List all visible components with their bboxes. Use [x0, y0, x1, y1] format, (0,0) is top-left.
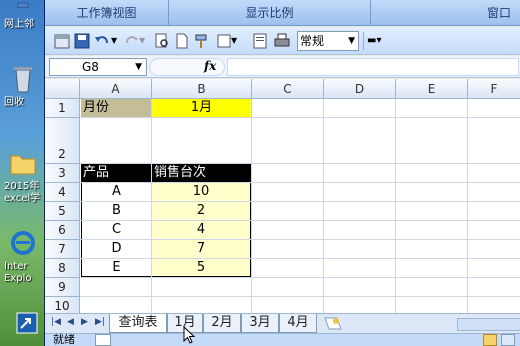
row-header-8[interactable]: 8 [45, 259, 80, 278]
cell-a5[interactable]: B [81, 202, 151, 220]
cell-b5[interactable]: 2 [152, 202, 251, 220]
gridline [323, 99, 324, 313]
normal-view-icon[interactable] [483, 334, 497, 346]
cell-b1[interactable]: 1月 [152, 99, 251, 117]
cell-a1[interactable]: 月份 [81, 99, 151, 117]
tab-feb[interactable]: 2月 [203, 314, 241, 333]
view-menubar: 工作簿视图 显示比例 窗口 [45, 0, 520, 26]
cell-b8[interactable]: 5 [152, 259, 251, 277]
name-box[interactable]: G8 ▼ [49, 58, 147, 76]
gridline [80, 117, 520, 118]
status-text: 就绪 [53, 333, 75, 346]
page-layout-view-icon[interactable] [501, 334, 515, 346]
cell-a3[interactable]: 产品 [81, 164, 151, 182]
column-header-c[interactable]: C [252, 79, 324, 99]
gridline [395, 99, 396, 313]
column-header-f[interactable]: F [468, 79, 520, 99]
desktop-icon-label: 回收 [4, 97, 24, 108]
row-header-4[interactable]: 4 [45, 183, 80, 202]
window-group[interactable]: 窗口 [371, 0, 520, 26]
row-header-6[interactable]: 6 [45, 221, 80, 240]
border-dropdown-icon[interactable]: ▼ [231, 32, 249, 50]
folder-desktop-icon[interactable]: 2015年 excel学 [4, 148, 44, 205]
cell-b3[interactable]: 销售台次 [152, 164, 251, 182]
desktop-icon-label: 2015年 [4, 181, 40, 192]
folder-icon [10, 155, 36, 175]
sheet-tab-bar: |◀ ◀ ▶ ▶| 查询表 1月 2月 3月 4月 [45, 313, 520, 333]
select-all-corner[interactable] [45, 79, 80, 99]
customize-toolbar-icon[interactable]: ▬▾ [367, 32, 385, 50]
next-sheet-icon[interactable]: ▶ [81, 317, 88, 327]
cell-a6[interactable]: C [81, 221, 151, 239]
formula-bar: G8 ▼ fx [45, 56, 520, 78]
previous-sheet-icon[interactable]: ◀ [67, 317, 74, 327]
insert-function-button[interactable]: fx [149, 58, 225, 76]
save-icon[interactable] [73, 32, 91, 50]
shortcut-arrow-icon [16, 312, 38, 334]
first-sheet-icon[interactable]: |◀ [51, 317, 61, 327]
column-header-b[interactable]: B [152, 79, 252, 99]
gridline [80, 296, 520, 297]
tab-apr[interactable]: 4月 [279, 314, 317, 333]
row-header-2[interactable]: 2 [45, 118, 80, 164]
insert-sheet-icon[interactable] [323, 316, 343, 331]
horizontal-scrollbar[interactable] [457, 318, 520, 331]
network-icon [17, 2, 29, 8]
fx-icon: fx [204, 59, 217, 73]
macro-record-icon[interactable] [95, 334, 111, 346]
column-header-d[interactable]: D [324, 79, 396, 99]
toolbar-separator [363, 32, 364, 50]
cell-b6[interactable]: 4 [152, 221, 251, 239]
column-header-a[interactable]: A [80, 79, 152, 99]
quick-access-toolbar: ▼ ▼ ▼ 常规 ▼ ▬▾ [45, 27, 520, 55]
desktop-icon-label: 网上邻 [4, 19, 34, 30]
row-header-3[interactable]: 3 [45, 164, 80, 183]
row-header-9[interactable]: 9 [45, 278, 80, 297]
internet-explorer-desktop-icon[interactable]: Inter Explo [4, 228, 44, 285]
status-bar: 就绪 [45, 333, 520, 346]
internet-explorer-icon [11, 231, 35, 255]
column-header-e[interactable]: E [396, 79, 468, 99]
zoom-group[interactable]: 显示比例 [169, 0, 371, 26]
cell-a7[interactable]: D [81, 240, 151, 258]
print-preview-icon[interactable] [153, 32, 171, 50]
calendar-icon[interactable] [53, 32, 71, 50]
cell-a4[interactable]: A [81, 183, 151, 201]
mouse-cursor-icon [183, 326, 195, 344]
page-setup-icon[interactable] [251, 32, 269, 50]
tab-mar[interactable]: 3月 [241, 314, 279, 333]
cell-a8[interactable]: E [81, 259, 151, 277]
new-document-icon[interactable] [173, 32, 191, 50]
row-header-7[interactable]: 7 [45, 240, 80, 259]
workbook-views-group[interactable]: 工作簿视图 [45, 0, 169, 26]
number-format-value: 常规 [300, 34, 325, 48]
desktop-icon-label: Inter [4, 261, 28, 272]
chevron-down-icon: ▼ [348, 36, 355, 46]
excel-window: 工作簿视图 显示比例 窗口 ▼ ▼ ▼ 常规 ▼ ▬▾ G8 ▼ fx A B … [44, 0, 520, 346]
formula-input[interactable] [227, 58, 519, 76]
tab-query-sheet[interactable]: 查询表 [109, 314, 167, 333]
desktop-icon-label: excel学 [4, 193, 41, 204]
recycle-bin-desktop-icon[interactable]: 回收 [4, 64, 44, 109]
gridline [467, 99, 468, 313]
last-sheet-icon[interactable]: ▶| [95, 317, 105, 327]
cell-b4[interactable]: 10 [152, 183, 251, 201]
row-header-10[interactable]: 10 [45, 297, 80, 313]
gridline [251, 99, 252, 313]
number-format-select[interactable]: 常规 ▼ [297, 31, 359, 51]
desktop: 网上邻 回收 2015年 excel学 Inter Explo [0, 0, 44, 346]
gridline [80, 277, 520, 278]
undo-icon[interactable] [93, 32, 111, 50]
desktop-icon-label: Explo [4, 273, 32, 284]
name-box-value: G8 [82, 60, 99, 74]
cell-b7[interactable]: 7 [152, 240, 251, 258]
format-painter-icon[interactable] [193, 32, 211, 50]
worksheet-grid[interactable]: A B C D E F 1 2 3 4 5 6 7 8 9 10 11 月份 1 [45, 79, 520, 313]
recycle-bin-icon [14, 67, 32, 93]
printer-icon[interactable] [273, 32, 291, 50]
row-header-1[interactable]: 1 [45, 99, 80, 118]
row-header-5[interactable]: 5 [45, 202, 80, 221]
chevron-down-icon: ▼ [135, 62, 142, 72]
network-places-desktop-icon[interactable]: 网上邻 [4, 2, 44, 31]
